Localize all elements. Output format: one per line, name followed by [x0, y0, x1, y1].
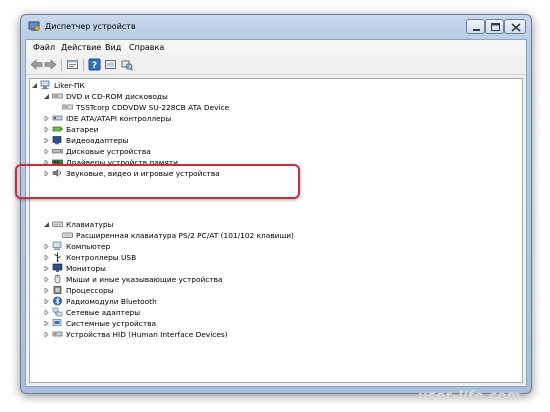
expand-arrow-icon[interactable] — [44, 310, 49, 315]
menu-view[interactable]: Вид — [105, 43, 121, 52]
usb-icon — [54, 252, 61, 262]
properties-icon[interactable] — [66, 58, 79, 71]
tree-device-label: Расширенная клавиатура PS/2 PC/AT (101/1… — [76, 231, 294, 240]
toolbar-separator — [83, 59, 84, 71]
expand-arrow-icon[interactable] — [44, 138, 49, 143]
window-title: Диспетчер устройств — [45, 22, 136, 31]
collapse-arrow-icon[interactable] — [44, 94, 49, 99]
monitor-icon — [52, 263, 63, 272]
toolbar-separator — [61, 59, 62, 71]
menu-file[interactable]: Файл — [33, 43, 55, 52]
bluetooth-icon — [53, 296, 62, 306]
expand-arrow-icon[interactable] — [44, 127, 49, 132]
tree-category-label: Системные устройства — [66, 319, 157, 328]
svg-text:?: ? — [92, 61, 97, 71]
device-tree[interactable]: Liker-ПК DVD и CD-ROM дисководы TSSTcorp… — [29, 78, 523, 383]
back-arrow-icon[interactable] — [30, 58, 43, 71]
maximize-button[interactable] — [485, 19, 504, 34]
update-driver-icon[interactable] — [104, 58, 117, 71]
keyboard-device-icon — [62, 232, 73, 238]
menu-help[interactable]: Справка — [129, 43, 164, 52]
device-manager-window: Диспетчер устройств Файл Действие Вид Сп… — [20, 14, 532, 394]
tree-category-label: Радиомодули Bluetooth — [66, 297, 157, 306]
expand-arrow-icon[interactable] — [44, 321, 49, 326]
processor-icon — [53, 286, 62, 294]
tree-category-label: Клавиатуры — [66, 220, 114, 229]
help-icon[interactable]: ? — [88, 58, 101, 71]
device-manager-icon — [28, 21, 40, 31]
tree-category-label: Контроллеры USB — [66, 253, 137, 262]
dvd-device-icon — [62, 104, 73, 110]
client-area: Файл Действие Вид Справка ? Liker-ПК DVD… — [25, 39, 527, 387]
hid-icon — [52, 331, 63, 337]
expand-arrow-icon[interactable] — [44, 332, 49, 337]
minimize-icon — [473, 29, 480, 31]
display-adapter-icon — [52, 136, 62, 145]
tree-category-label: Мыши и иные указывающие устройства — [66, 275, 223, 284]
expand-arrow-icon[interactable] — [44, 244, 49, 249]
tree-category-label: Устройства HID (Human Interface Devices) — [66, 330, 228, 339]
expand-arrow-icon[interactable] — [44, 277, 49, 282]
tree-category-label: DVD и CD-ROM дисководы — [66, 92, 168, 101]
keyboard-highlight-frame — [15, 164, 300, 199]
keyboard-icon — [52, 221, 63, 227]
menu-action[interactable]: Действие — [61, 43, 101, 52]
watermark: user-life.com — [418, 389, 521, 404]
collapse-arrow-icon[interactable] — [44, 222, 49, 227]
tree-category-label: Дисковые устройства — [66, 147, 151, 156]
computer-root-icon — [40, 80, 50, 90]
close-icon — [511, 23, 521, 32]
scan-hardware-icon[interactable] — [120, 58, 133, 71]
network-icon — [52, 307, 63, 317]
close-button[interactable] — [504, 19, 526, 34]
disk-drive-icon — [52, 149, 63, 154]
tree-category-label: Мониторы — [66, 264, 106, 273]
tree-category-label: Видеоадаптеры — [66, 136, 129, 145]
tree-category-label: IDE ATA/ATAPI контроллеры — [66, 114, 172, 123]
expand-arrow-icon[interactable] — [44, 266, 49, 271]
tree-category-label: Процессоры — [66, 286, 114, 295]
title-bar[interactable]: Диспетчер устройств — [21, 15, 531, 39]
tree-category-label: Сетевые адаптеры — [66, 308, 141, 317]
menu-bar: Файл Действие Вид Справка — [26, 40, 526, 55]
expand-arrow-icon[interactable] — [44, 299, 49, 304]
expand-arrow-icon[interactable] — [44, 149, 49, 154]
battery-icon — [52, 126, 63, 132]
maximize-icon — [491, 23, 500, 31]
tree-device-label: TSSTcorp CDDVDW SU-228CB ATA Device — [76, 103, 230, 112]
forward-arrow-icon[interactable] — [44, 58, 57, 71]
ide-controller-icon — [52, 115, 63, 121]
expand-arrow-icon[interactable] — [44, 255, 49, 260]
dvd-drive-icon — [52, 93, 63, 99]
tree-root-label: Liker-ПК — [54, 81, 85, 90]
tree-category-label: Батареи — [66, 125, 99, 134]
computer-icon — [52, 241, 62, 250]
toolbar: ? — [26, 55, 526, 75]
expand-arrow-icon[interactable] — [44, 116, 49, 121]
minimize-button[interactable] — [466, 19, 485, 34]
tree-category-label: Компьютер — [66, 242, 111, 251]
mouse-icon — [54, 274, 61, 284]
expand-arrow-icon[interactable] — [44, 288, 49, 293]
system-icon — [52, 319, 62, 326]
collapse-arrow-icon[interactable] — [32, 83, 37, 88]
